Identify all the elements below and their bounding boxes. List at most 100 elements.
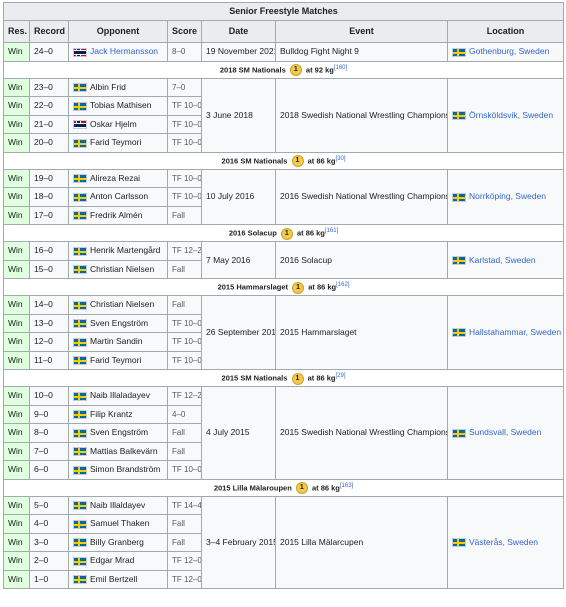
gold-medal-icon: 1	[292, 281, 305, 294]
date-cell: 4 July 2015	[201, 386, 276, 480]
score-cell: TF 12–2	[167, 386, 202, 406]
flag-no-icon	[73, 47, 87, 57]
gold-medal-icon: 1	[280, 227, 293, 240]
section-ref-link[interactable]: [162]	[336, 282, 349, 288]
score-cell: TF 10–0	[167, 460, 202, 480]
section-ref-link[interactable]: [161]	[325, 228, 338, 234]
record-cell: 19–0	[29, 168, 69, 188]
section-header-row: 2018 SM Nationals 1 at 92 kg[160]	[2, 60, 565, 79]
opponent-cell: Albin Frid	[68, 77, 168, 97]
flag-se-icon	[73, 575, 87, 584]
opponent-cell: Mattias Balkevärn	[68, 441, 168, 461]
event-cell: 2016 Swedish National Wrestling Champion…	[275, 168, 448, 225]
opponent-name: Tobias Mathisen	[90, 100, 152, 111]
record-cell: 5–0	[29, 495, 69, 515]
record-cell: 3–0	[29, 532, 69, 552]
opponent-name: Filip Krantz	[90, 408, 133, 419]
flag-no-icon	[73, 120, 87, 129]
result-cell: Win	[3, 42, 30, 62]
location-link[interactable]: Hallstahammar, Sweden	[469, 327, 561, 337]
record-cell: 21–0	[29, 114, 69, 134]
opponent-name: Oskar Hjelm	[90, 118, 137, 129]
score-cell: TF 10–0	[167, 187, 202, 207]
section-ref-link[interactable]: [160]	[334, 65, 347, 71]
event-cell: 2018 Swedish National Wrestling Champion…	[275, 77, 448, 153]
flag-se-icon	[452, 538, 466, 547]
result-cell: Win	[3, 259, 30, 279]
flag-se-icon	[73, 265, 87, 274]
section-title: 2015 Lilla Mälaroupen	[213, 483, 294, 493]
location-cell: Hallstahammar, Sweden	[446, 295, 565, 370]
result-cell: Win	[3, 168, 30, 188]
result-cell: Win	[3, 404, 30, 424]
section-ref-link[interactable]: [30]	[336, 156, 346, 162]
header-record: Record	[29, 20, 69, 43]
flag-se-icon	[452, 110, 466, 120]
score-cell: Fall	[167, 423, 202, 443]
flag-se-icon	[73, 83, 87, 92]
score-cell: TF 12–0	[167, 569, 202, 589]
table-row: Win 14–0 Christian Nielsen Fall 26 September…	[3, 295, 565, 370]
opponent-name[interactable]: Jack Hermansson	[90, 46, 158, 56]
flag-se-icon	[73, 174, 87, 183]
flag-se-icon	[73, 300, 87, 310]
gold-medal-icon: 1	[291, 155, 304, 168]
location-link[interactable]: Gothenburg, Sweden	[469, 46, 549, 56]
section-title: 2016 SM Nationals	[221, 156, 290, 166]
flag-se-icon	[73, 138, 87, 148]
section-title: 2016 Solacup	[228, 228, 279, 238]
location-link[interactable]: Karlstad, Sweden	[469, 255, 536, 265]
flag-se-icon	[452, 47, 466, 57]
record-cell: 2–0	[29, 551, 69, 571]
section-weight: at 86 kg	[305, 156, 336, 166]
record-cell: 7–0	[29, 441, 69, 461]
event-cell: 2016 Solacup	[275, 241, 448, 279]
section-weight: at 86 kg	[309, 483, 340, 493]
opponent-name: Christian Nielsen	[90, 299, 155, 310]
flag-se-icon	[73, 337, 87, 347]
score-cell: Fall	[167, 205, 202, 225]
flag-se-icon	[73, 319, 87, 328]
date-cell: 7 May 2016	[201, 241, 276, 279]
section-weight: at 92 kg	[303, 65, 334, 75]
date-cell: 10 July 2016	[201, 168, 276, 225]
result-cell: Win	[3, 551, 30, 571]
gold-medal-icon: 1	[295, 482, 308, 495]
location-link[interactable]: Sundsvall, Sweden	[469, 427, 541, 437]
opponent-name: Sven Engström	[90, 427, 149, 438]
opponent-cell: Filip Krantz	[68, 404, 168, 424]
opponent-cell: Naib Illaldayev	[68, 495, 168, 515]
section-header: 2015 Lilla Mälaroupen 1 at 86 kg[163]	[2, 478, 565, 497]
location-cell: Västerås, Sweden	[446, 495, 565, 589]
flag-se-icon	[73, 192, 87, 202]
section-ref-link[interactable]: [163]	[340, 483, 353, 489]
opponent-cell: Naib Illaladayev	[68, 386, 168, 406]
date-cell: 3 June 2018	[201, 77, 276, 153]
table-row: Win 23–0 Albin Frid 7–0 3 June 2018 2018 Swed…	[3, 77, 565, 153]
section-ref-link[interactable]: [29]	[336, 373, 346, 379]
opponent-name: Alireza Rezai	[90, 172, 141, 183]
location-cell: Norrköping, Sweden	[446, 168, 565, 225]
location-link[interactable]: Norrköping, Sweden	[469, 191, 546, 201]
record-cell: 24–0	[29, 42, 69, 62]
result-cell: Win	[3, 332, 30, 352]
table-row: Win 16–0 Henrik Martengård TF 12–2 7 May 201…	[3, 241, 565, 279]
result-cell: Win	[3, 350, 30, 370]
record-cell: 13–0	[29, 313, 69, 333]
record-cell: 16–0	[29, 241, 69, 261]
table-row: Win 24–0 Jack Hermansson 8–0 19 November 202…	[3, 42, 565, 62]
score-cell: Fall	[167, 441, 202, 461]
flag-se-icon	[73, 410, 87, 419]
result-cell: Win	[3, 441, 30, 461]
result-cell: Win	[3, 205, 30, 225]
flag-se-icon	[73, 211, 87, 220]
opponent-name: Edgar Mrad	[90, 555, 135, 566]
result-cell: Win	[3, 241, 30, 261]
opponent-name: Billy Granberg	[90, 536, 144, 547]
header-event: Event	[275, 20, 448, 43]
section-title: 2015 Hammarslaget	[217, 282, 291, 292]
location-link[interactable]: Örnsköldsvik, Sweden	[469, 110, 553, 120]
flag-se-icon	[452, 192, 466, 202]
event-cell: 2015 Swedish National Wrestling Champion…	[275, 386, 448, 480]
location-link[interactable]: Västerås, Sweden	[469, 537, 538, 547]
